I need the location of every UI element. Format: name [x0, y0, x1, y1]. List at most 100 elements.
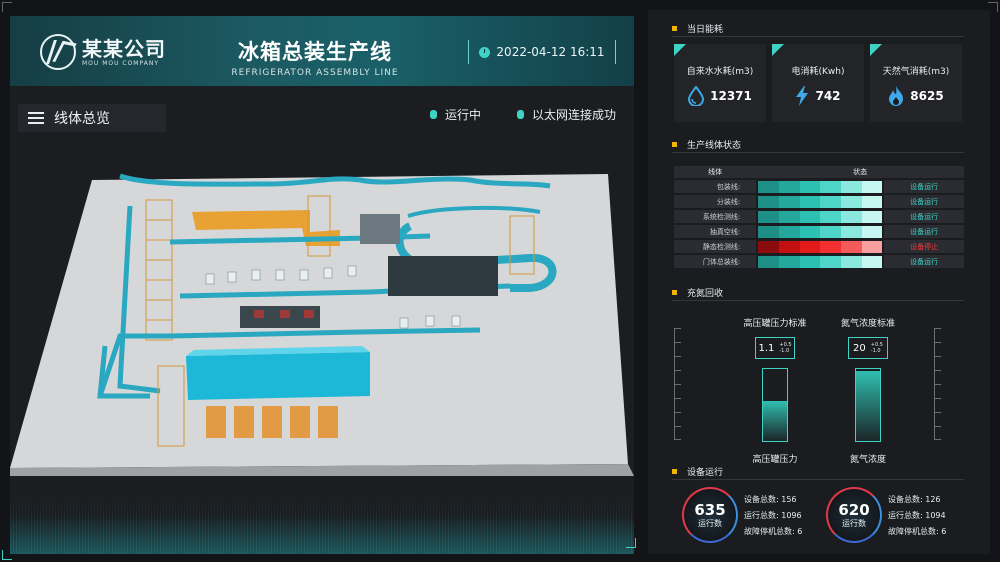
- status-bar: [756, 180, 884, 193]
- total-fault: 故障停机总数: 6: [888, 527, 947, 536]
- stats-panel: 当日能耗 自来水水耗(m3) 12371 电消耗(Kwh) 742 天然气消耗(…: [648, 10, 990, 554]
- gauge-label: 高压罐压力: [752, 455, 798, 465]
- status-bar: [756, 195, 884, 208]
- page-title: 冰箱总装生产线 REFRIGERATOR ASSEMBLY LINE: [220, 36, 410, 78]
- status-bar: [756, 210, 884, 223]
- gauge-value: 20: [853, 342, 866, 354]
- database-icon: [517, 110, 524, 119]
- line-status-section-title: 生产线体状态: [672, 138, 741, 151]
- status-network-text: 以太网连接成功: [532, 108, 617, 122]
- gauge-value: 1.1: [758, 342, 775, 354]
- column-header-status: 状态: [756, 166, 964, 178]
- overview-label: 线体总览: [54, 111, 110, 127]
- gauge-title: 高压罐压力标准: [743, 319, 807, 329]
- energy-label: 电消耗(Kwh): [791, 67, 845, 77]
- status-text: 设备运行: [884, 255, 964, 268]
- gauge-fill: [763, 401, 787, 441]
- frame-corner: [2, 550, 12, 560]
- equipment-section-title: 设备运行: [672, 465, 723, 478]
- total-running: 运行总数: 1094: [888, 511, 946, 520]
- datetime-text: 2022-04-12 16:11: [496, 45, 605, 59]
- status-text: 设备运行: [884, 210, 964, 223]
- divider: [672, 152, 964, 153]
- scale-ruler-left: [674, 328, 682, 440]
- line-status-row: 包装线: 设备运行: [674, 180, 964, 193]
- scale-ruler-right: [934, 328, 942, 440]
- line-status-table: 线体 状态 包装线: 设备运行 分装线: 设备运行 系统检测线: 设备运行 抽真空线: 设备运…: [674, 164, 964, 270]
- energy-label: 自来水水耗(m3): [686, 67, 754, 77]
- running-count-ring: 635 运行数: [682, 487, 738, 543]
- equipment-stats: 设备总数: 156 运行总数: 1096 故障停机总数: 6: [744, 492, 802, 540]
- energy-card-electricity: 电消耗(Kwh) 742: [772, 44, 864, 122]
- total-equipment: 设备总数: 126: [888, 495, 941, 504]
- flame-icon: [889, 86, 904, 106]
- energy-value: 742: [815, 89, 841, 103]
- status-text: 设备运行: [884, 180, 964, 193]
- decorative-glow-gradient: [10, 516, 634, 554]
- status-bar: [756, 240, 884, 253]
- status-bar: [756, 255, 884, 268]
- energy-value: 12371: [710, 89, 752, 103]
- energy-card-gas: 天然气消耗(m3) 8625: [870, 44, 962, 122]
- total-running: 运行总数: 1096: [744, 511, 802, 520]
- running-count-label: 运行数: [698, 518, 722, 528]
- nitrogen-gauge: 氮气浓度标准 20 +0.5 -1.0 氮气浓度: [818, 316, 918, 465]
- status-running: 运行中: [430, 106, 481, 123]
- line-name: 系统检测线:: [674, 210, 757, 223]
- page-title-cn: 冰箱总装生产线: [238, 40, 392, 64]
- datetime-display: 2022-04-12 16:11: [468, 40, 616, 64]
- divider: [672, 479, 964, 480]
- dashboard: 某某公司 MOU MOU COMPANY 冰箱总装生产线 REFRIGERATO…: [0, 0, 1000, 562]
- frame-corner: [2, 2, 12, 12]
- running-count-label: 运行数: [842, 518, 866, 528]
- status-text: 设备运行: [884, 225, 964, 238]
- running-count-ring: 620 运行数: [826, 487, 882, 543]
- gauge-standard-value: 20 +0.5 -1.0: [848, 337, 888, 359]
- overview-tab[interactable]: 线体总览: [18, 104, 166, 132]
- line-name: 分装线:: [674, 195, 757, 208]
- company-logo: 某某公司 MOU MOU COMPANY: [40, 34, 166, 70]
- gauge-tank: [762, 368, 788, 442]
- line-status-row: 门体总装线: 设备运行: [674, 255, 964, 268]
- factory-3d-view[interactable]: [10, 146, 634, 476]
- energy-value: 8625: [910, 89, 944, 103]
- divider: [672, 300, 964, 301]
- gauge-tolerance-minus: -1.0: [779, 348, 790, 354]
- divider: [672, 36, 964, 37]
- line-name: 包装线:: [674, 180, 757, 193]
- line-name: 静态检测线:: [674, 240, 757, 253]
- clock-icon: [479, 46, 491, 58]
- line-status-row: 分装线: 设备运行: [674, 195, 964, 208]
- running-count: 620: [838, 500, 870, 519]
- header-bar: 某某公司 MOU MOU COMPANY 冰箱总装生产线 REFRIGERATO…: [10, 16, 634, 86]
- line-status-row: 抽真空线: 设备运行: [674, 225, 964, 238]
- column-header-line: 线体: [674, 166, 757, 178]
- page-title-en: REFRIGERATOR ASSEMBLY LINE: [231, 68, 399, 78]
- assembly-line-view: 某某公司 MOU MOU COMPANY 冰箱总装生产线 REFRIGERATO…: [10, 16, 634, 554]
- logo-subtitle: MOU MOU COMPANY: [82, 59, 159, 67]
- equipment-stats: 设备总数: 126 运行总数: 1094 故障停机总数: 6: [888, 492, 946, 540]
- database-icon: [430, 110, 437, 119]
- energy-label: 天然气消耗(m3): [882, 67, 950, 77]
- status-text: 设备停止: [884, 240, 964, 253]
- line-name: 抽真空线:: [674, 225, 757, 238]
- total-fault: 故障停机总数: 6: [744, 527, 803, 536]
- logo-name: 某某公司: [82, 36, 166, 61]
- line-status-row: 系统检测线: 设备运行: [674, 210, 964, 223]
- gauge-title: 氮气浓度标准: [840, 319, 895, 329]
- energy-section-title: 当日能耗: [672, 22, 723, 35]
- water-drop-icon: [688, 86, 705, 106]
- gauge-label: 氮气浓度: [849, 455, 886, 465]
- lightning-icon: [796, 86, 809, 106]
- status-bar: [756, 225, 884, 238]
- status-running-text: 运行中: [445, 108, 482, 122]
- running-count: 635: [694, 500, 726, 519]
- energy-card-water: 自来水水耗(m3) 12371: [674, 44, 766, 122]
- logo-mark-icon: [40, 34, 76, 70]
- pressure-gauge: 高压罐压力标准 1.1 +0.5 -1.0 高压罐压力: [725, 316, 825, 465]
- line-status-row: 静态检测线: 设备停止: [674, 240, 964, 253]
- recovery-section-title: 充氮回收: [672, 286, 723, 299]
- gauge-fill: [856, 371, 880, 441]
- gauge-tolerance-minus: -1.0: [870, 348, 881, 354]
- total-equipment: 设备总数: 156: [744, 495, 797, 504]
